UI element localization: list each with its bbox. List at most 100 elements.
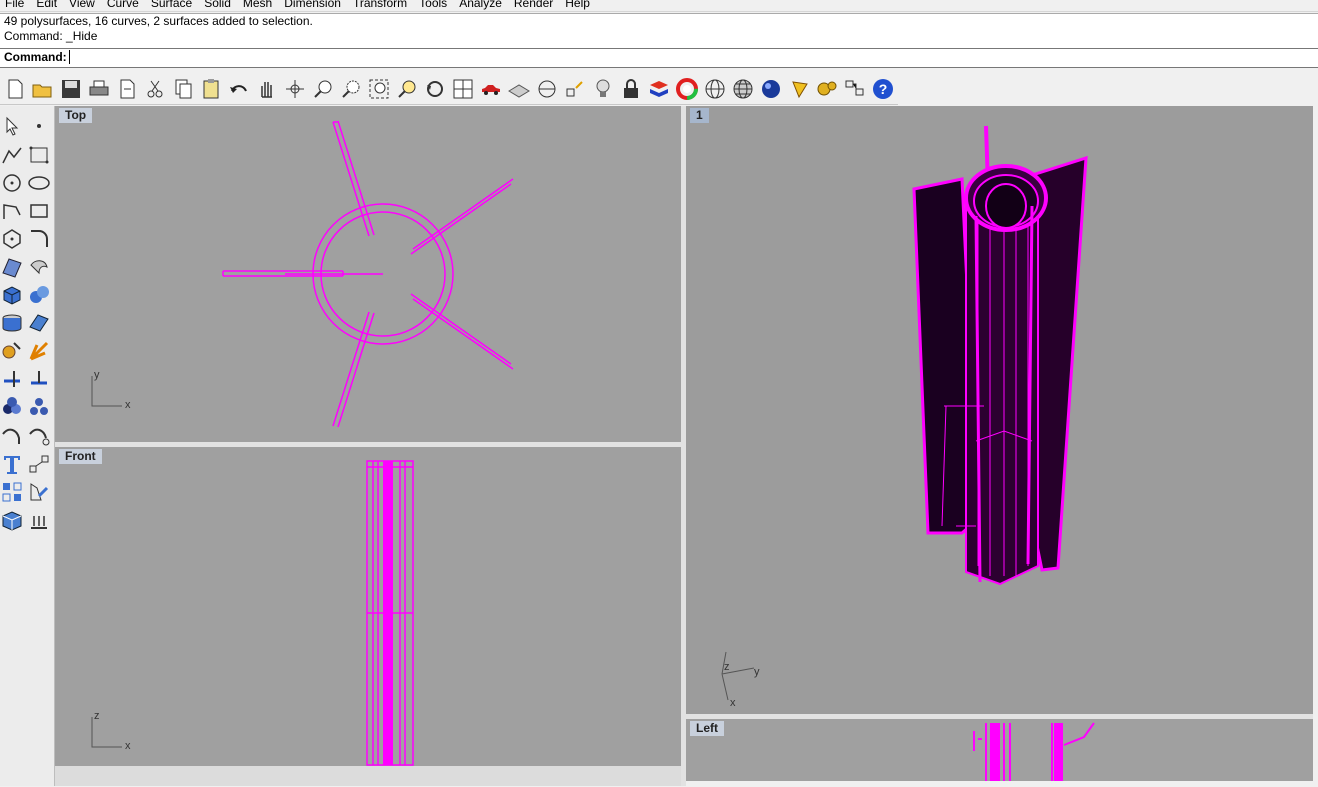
surface-patch-icon[interactable]	[0, 255, 24, 279]
menu-solid[interactable]: Solid	[199, 0, 238, 10]
zoom-window-icon[interactable]	[339, 77, 363, 101]
four-viewports-icon[interactable]	[451, 77, 475, 101]
rotate-view-icon[interactable]	[283, 77, 307, 101]
viewport-front[interactable]: z x Front	[55, 447, 681, 766]
svg-text:?: ?	[879, 81, 888, 97]
car-render-icon[interactable]	[479, 77, 503, 101]
command-line: Command:	[0, 48, 1318, 68]
properties-icon[interactable]	[843, 77, 867, 101]
import-icon[interactable]	[115, 77, 139, 101]
cut-icon[interactable]	[143, 77, 167, 101]
render-sphere-icon[interactable]	[759, 77, 783, 101]
help-icon[interactable]: ?	[871, 77, 895, 101]
axis-y-label: y	[754, 666, 760, 678]
hatch-icon[interactable]	[27, 508, 51, 532]
menu-analyze[interactable]: Analyze	[454, 0, 509, 10]
snap-icon[interactable]	[563, 77, 587, 101]
top-view-model: y x	[91, 120, 514, 428]
grid-icon[interactable]	[507, 77, 531, 101]
layers-icon[interactable]	[647, 77, 671, 101]
viewport-left[interactable]: Left	[686, 719, 1313, 781]
light-bulb-icon[interactable]	[591, 77, 615, 101]
edit-icon[interactable]	[27, 480, 51, 504]
viewport-perspective[interactable]: z y x 1	[686, 106, 1313, 714]
camera-cone-icon[interactable]	[787, 77, 811, 101]
menu-help[interactable]: Help	[560, 0, 597, 10]
shaded-sphere-icon[interactable]	[731, 77, 755, 101]
command-history: 49 polysurfaces, 16 curves, 2 surfaces a…	[0, 13, 1318, 48]
history-line: 49 polysurfaces, 16 curves, 2 surfaces a…	[4, 14, 313, 28]
print-icon[interactable]	[87, 77, 111, 101]
rectangle-icon[interactable]	[27, 199, 51, 223]
curve-tools-icon[interactable]	[0, 424, 24, 448]
offset-icon[interactable]	[27, 424, 51, 448]
menu-tools[interactable]: Tools	[414, 0, 454, 10]
command-input[interactable]	[69, 50, 970, 64]
zoom-selected-icon[interactable]	[395, 77, 419, 101]
fillet-curve-icon[interactable]	[27, 227, 51, 251]
axis-z-label: z	[724, 661, 730, 673]
grid-array-icon[interactable]	[0, 480, 24, 504]
circle-icon[interactable]	[0, 171, 24, 195]
dimension-icon[interactable]	[27, 452, 51, 476]
undo-icon[interactable]	[227, 77, 251, 101]
trim-icon[interactable]	[27, 367, 51, 391]
point-icon[interactable]	[27, 114, 51, 138]
menu-mesh[interactable]: Mesh	[238, 0, 279, 10]
viewport-title-perspective[interactable]: 1	[690, 108, 709, 123]
arc-icon[interactable]	[0, 199, 24, 223]
circle-point-icon[interactable]	[535, 77, 559, 101]
polygon-icon[interactable]	[0, 227, 24, 251]
sphere-icon[interactable]	[27, 283, 51, 307]
command-label: Command:	[4, 50, 67, 64]
plane-icon[interactable]	[27, 311, 51, 335]
revolve-icon[interactable]	[27, 255, 51, 279]
gears-settings-icon[interactable]	[815, 77, 839, 101]
history-line: Command: _Hide	[4, 29, 98, 43]
array-icon[interactable]	[27, 395, 51, 419]
menu-transform[interactable]: Transform	[348, 0, 414, 10]
axis-x-label: x	[125, 399, 131, 411]
zoom-icon[interactable]	[311, 77, 335, 101]
save-icon[interactable]	[59, 77, 83, 101]
menu-view[interactable]: View	[64, 0, 102, 10]
split-icon[interactable]	[0, 367, 24, 391]
box-icon[interactable]	[0, 283, 24, 307]
menu-render[interactable]: Render	[509, 0, 560, 10]
menu-surface[interactable]: Surface	[146, 0, 199, 10]
perspective-view-model: z y x	[721, 125, 1088, 709]
front-view-model: z x	[91, 460, 414, 766]
box-shade-icon[interactable]	[0, 508, 24, 532]
viewport-title-front[interactable]: Front	[59, 449, 102, 464]
viewport-splitter-vertical[interactable]	[681, 106, 686, 786]
ellipse-icon[interactable]	[27, 171, 51, 195]
viewport-splitter-right[interactable]	[686, 714, 1313, 719]
explode-icon[interactable]	[27, 339, 51, 363]
lock-icon[interactable]	[619, 77, 643, 101]
viewport-title-left[interactable]: Left	[690, 721, 724, 736]
undo-view-icon[interactable]	[423, 77, 447, 101]
boolean-icon[interactable]	[0, 395, 24, 419]
color-wheel-icon[interactable]	[675, 77, 699, 101]
paste-icon[interactable]	[199, 77, 223, 101]
transform-gear-icon[interactable]	[0, 339, 24, 363]
curve-rect-icon[interactable]	[27, 143, 51, 167]
zoom-extents-icon[interactable]	[367, 77, 391, 101]
text-icon[interactable]	[0, 452, 24, 476]
viewport-top[interactable]: y x Top	[55, 106, 681, 442]
menu-curve[interactable]: Curve	[102, 0, 146, 10]
new-file-icon[interactable]	[3, 77, 27, 101]
open-folder-icon[interactable]	[31, 77, 55, 101]
polyline-icon[interactable]	[0, 143, 24, 167]
pan-hand-icon[interactable]	[255, 77, 279, 101]
menu-file[interactable]: File	[0, 0, 31, 10]
viewport-splitter-horizontal[interactable]	[55, 442, 681, 447]
select-arrow-icon[interactable]	[0, 114, 24, 138]
cylinder-icon[interactable]	[0, 311, 24, 335]
menu-dimension[interactable]: Dimension	[279, 0, 348, 10]
wireframe-sphere-icon[interactable]	[703, 77, 727, 101]
copy-icon[interactable]	[171, 77, 195, 101]
axis-y-label: y	[94, 369, 100, 381]
viewport-title-top[interactable]: Top	[59, 108, 93, 123]
menu-edit[interactable]: Edit	[31, 0, 64, 10]
